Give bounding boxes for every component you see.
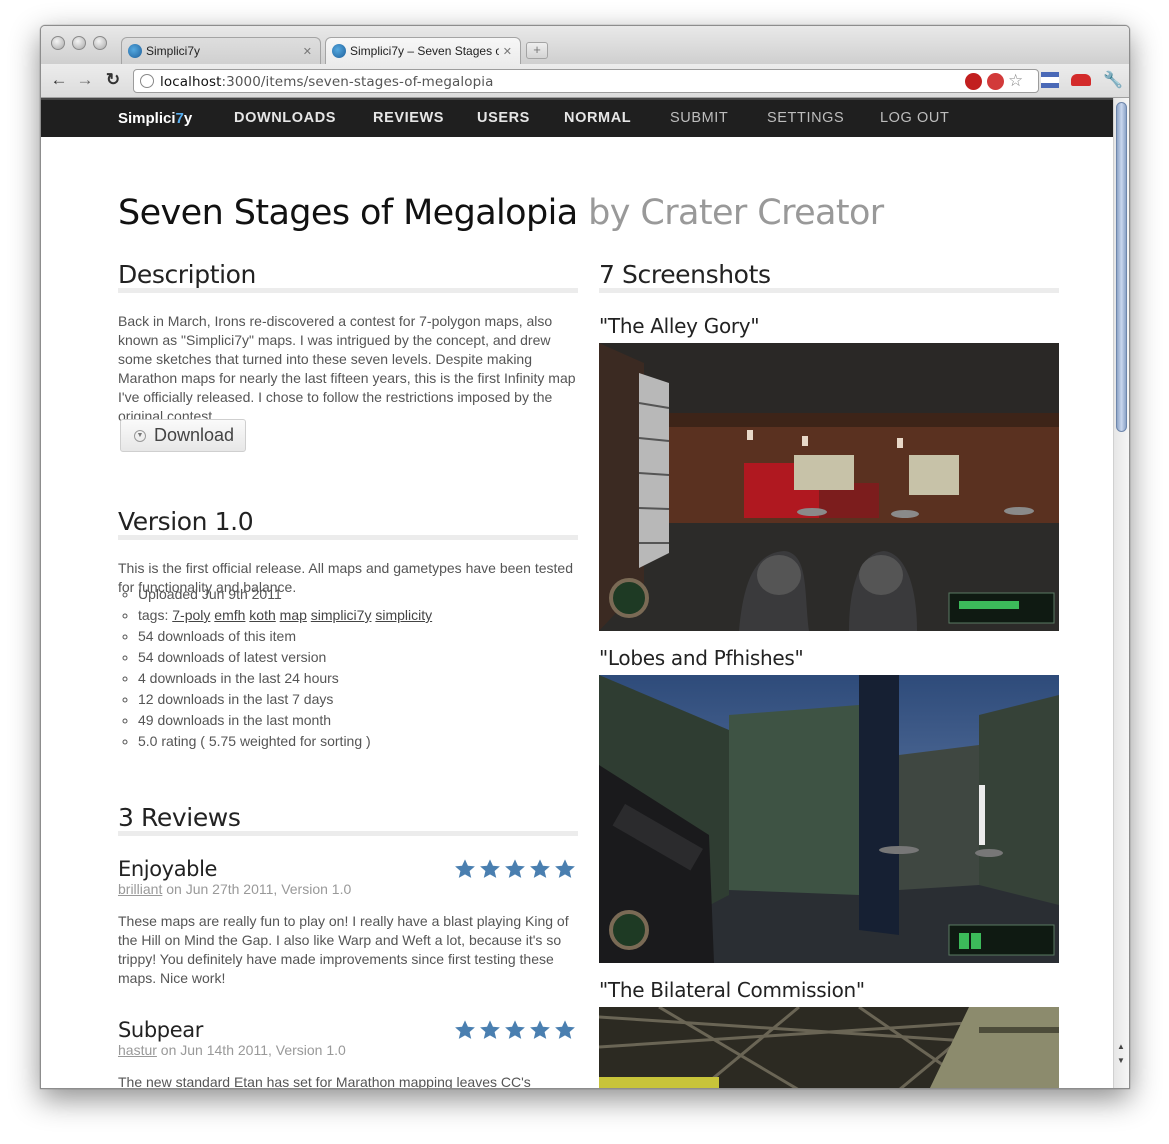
star-icon [455, 1020, 475, 1039]
rating-stat: 5.0 rating ( 5.75 weighted for sorting ) [138, 731, 432, 752]
tag-link[interactable]: map [280, 607, 307, 623]
site-navbar: Simplici7y DOWNLOADS REVIEWS USERS NORMA… [41, 98, 1114, 137]
globe-icon [140, 74, 154, 88]
reviewer-link[interactable]: brilliant [118, 881, 162, 897]
screenshots-heading: 7 Screenshots [599, 260, 771, 289]
scroll-down-icon[interactable]: ▼ [1117, 1056, 1125, 1065]
tag-link[interactable]: 7-poly [172, 607, 210, 623]
star-icon [480, 1020, 500, 1039]
stat-item: 4 downloads in the last 24 hours [138, 668, 432, 689]
star-icon [555, 859, 575, 878]
divider [118, 535, 578, 540]
divider [118, 831, 578, 836]
scrollbar-thumb[interactable] [1116, 102, 1127, 432]
page-content: Simplici7y DOWNLOADS REVIEWS USERS NORMA… [41, 98, 1114, 1089]
review-title: Enjoyable [118, 857, 218, 881]
forward-arrow-icon[interactable]: → [75, 70, 95, 90]
tab-seven-stages[interactable]: Simplici7y – Seven Stages of Megalopia ✕ [325, 37, 521, 64]
reload-icon[interactable]: ↻ [103, 70, 123, 90]
browser-toolbar: ← → ↻ localhost:3000/items/seven-stages-… [41, 64, 1129, 98]
tab-title: Simplici7y [146, 44, 201, 58]
tab-close-icon[interactable]: ✕ [503, 45, 512, 58]
adblock-icon[interactable] [987, 73, 1004, 90]
stat-item: 54 downloads of this item [138, 626, 432, 647]
tag-link[interactable]: simplicity [375, 607, 432, 623]
tags-list: tags: 7-poly emfh koth map simplici7y si… [138, 605, 432, 626]
nav-reviews[interactable]: REVIEWS [373, 110, 444, 126]
browser-window: Simplici7y ✕ Simplici7y – Seven Stages o… [40, 25, 1130, 1089]
download-label: Download [154, 425, 235, 445]
review-meta: hastur on Jun 14th 2011, Version 1.0 [118, 1042, 346, 1058]
review-meta: brilliant on Jun 27th 2011, Version 1.0 [118, 881, 352, 897]
review-stars [454, 1019, 576, 1041]
star-icon [555, 1020, 575, 1039]
site-favicon-icon [332, 44, 346, 58]
description-text: Back in March, Irons re-discovered a con… [118, 313, 576, 424]
screenshot-bilateral-commission[interactable] [599, 1007, 1059, 1089]
screenshot-title: "The Alley Gory" [599, 314, 760, 338]
reviews-heading: 3 Reviews [118, 803, 241, 832]
review-body: These maps are really fun to play on! I … [118, 913, 569, 986]
review-title: Subpear [118, 1018, 203, 1042]
bookmark-star-icon[interactable]: ☆ [1008, 71, 1023, 91]
address-bar[interactable]: localhost:3000/items/seven-stages-of-meg… [133, 69, 1039, 93]
star-icon [480, 859, 500, 878]
zoom-window-button[interactable] [93, 36, 107, 50]
url-text[interactable]: localhost:3000/items/seven-stages-of-meg… [160, 74, 493, 90]
scroll-up-icon[interactable]: ▲ [1117, 1042, 1125, 1051]
screenshot-lobes-and-pfhishes[interactable] [599, 675, 1059, 963]
tag-link[interactable]: koth [249, 607, 275, 623]
item-stats-list: Uploaded Jun 9th 2011 tags: 7-poly emfh … [138, 584, 432, 752]
star-icon [505, 859, 525, 878]
tab-strip: Simplici7y ✕ Simplici7y – Seven Stages o… [41, 26, 1129, 64]
review-stars [454, 858, 576, 880]
screenshot-title: "Lobes and Pfhishes" [599, 646, 804, 670]
version-heading: Version 1.0 [118, 507, 254, 536]
reviewer-link[interactable]: hastur [118, 1042, 157, 1058]
nav-settings[interactable]: SETTINGS [767, 110, 844, 126]
uploaded-date: Uploaded Jun 9th 2011 [138, 584, 432, 605]
author-link[interactable]: by Crater Creator [588, 193, 884, 233]
star-icon [530, 859, 550, 878]
screenshot-title: "The Bilateral Commission" [599, 978, 865, 1002]
nav-users[interactable]: USERS [477, 110, 530, 126]
stat-item: 49 downloads in the last month [138, 710, 432, 731]
nav-log-out[interactable]: LOG OUT [880, 110, 949, 126]
page-scrollbar[interactable]: ▲ ▼ [1113, 98, 1129, 1088]
review-body: The new standard Etan has set for Marath… [118, 1074, 531, 1089]
tab-close-icon[interactable]: ✕ [303, 45, 312, 58]
download-icon: ▼ [134, 429, 146, 442]
nav-downloads[interactable]: DOWNLOADS [234, 110, 336, 126]
tag-link[interactable]: emfh [214, 607, 245, 623]
page-title: Seven Stages of Megalopia by Crater Crea… [118, 193, 884, 233]
extension-car-icon[interactable] [1071, 74, 1091, 86]
minimize-window-button[interactable] [72, 36, 86, 50]
new-tab-button[interactable]: + [526, 42, 548, 59]
tab-simplici7y[interactable]: Simplici7y ✕ [121, 37, 321, 64]
wrench-icon[interactable]: 🔧 [1103, 70, 1123, 90]
close-window-button[interactable] [51, 36, 65, 50]
screenshot-alley-gory[interactable] [599, 343, 1059, 631]
download-button[interactable]: ▼ Download [120, 419, 246, 452]
stat-item: 12 downloads in the last 7 days [138, 689, 432, 710]
star-icon [455, 859, 475, 878]
tab-title: Simplici7y – Seven Stages of Megalopia [350, 44, 499, 58]
stat-item: 54 downloads of latest version [138, 647, 432, 668]
blocked-popup-icon[interactable] [965, 73, 982, 90]
divider [599, 288, 1059, 293]
extension-flag-icon[interactable] [1041, 72, 1059, 88]
back-arrow-icon[interactable]: ← [49, 70, 69, 90]
description-heading: Description [118, 260, 256, 289]
divider [118, 288, 578, 293]
star-icon [505, 1020, 525, 1039]
nav-normal[interactable]: NORMAL [564, 110, 631, 126]
tag-link[interactable]: simplici7y [311, 607, 372, 623]
site-logo[interactable]: Simplici7y [118, 110, 192, 127]
nav-submit[interactable]: SUBMIT [670, 110, 728, 126]
site-favicon-icon [128, 44, 142, 58]
star-icon [530, 1020, 550, 1039]
